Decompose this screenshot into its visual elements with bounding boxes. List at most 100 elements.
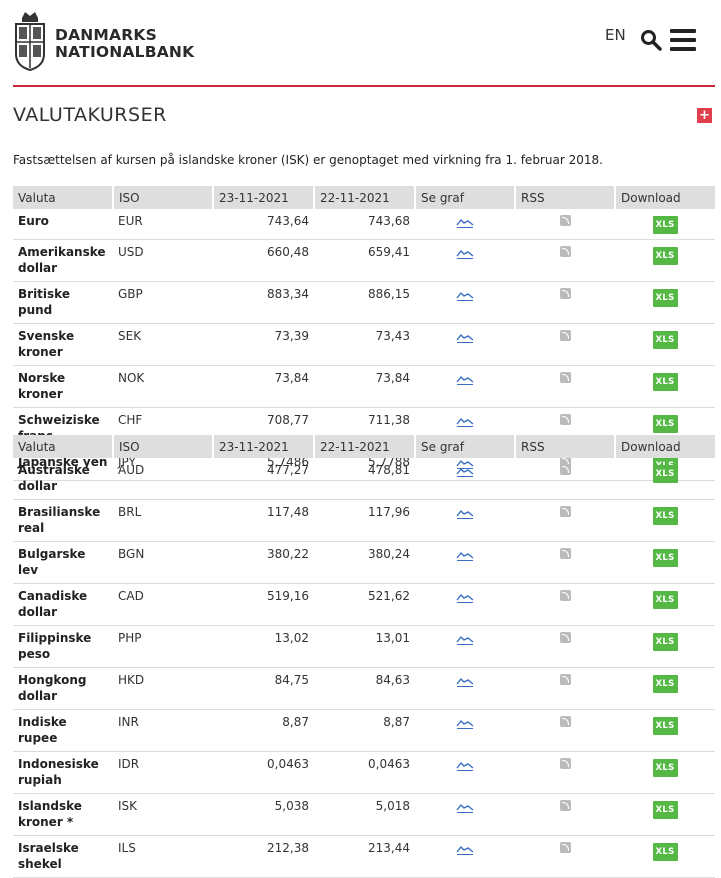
graph-cell [415,499,515,542]
chart-line-icon[interactable] [456,717,474,729]
chart-line-icon[interactable] [456,415,474,427]
chart-line-icon[interactable] [456,633,474,645]
table-row: Hongkong dollar HKD 84,75 84,63 XLS [13,667,715,710]
xls-download-button[interactable]: XLS [652,759,678,777]
currency-name: Israelske shekel [13,835,113,878]
xls-download-button[interactable]: XLS [652,843,678,861]
xls-download-button[interactable]: XLS [652,633,678,651]
rss-feed-icon[interactable] [559,716,571,727]
xls-download-button[interactable]: XLS [652,415,678,433]
rss-feed-icon[interactable] [559,674,571,685]
rss-feed-icon[interactable] [559,372,571,383]
col-header-graph: Se graf [414,435,515,458]
download-cell: XLS [615,281,715,324]
rss-cell [515,709,615,752]
rss-cell [515,499,615,542]
rss-feed-icon[interactable] [559,506,571,517]
rate-date2: 84,63 [314,667,415,710]
chart-line-icon[interactable] [456,507,474,519]
currency-name: Islandske kroner * [13,793,113,836]
rate-date1: 519,16 [213,583,314,626]
rate-date1: 73,39 [213,323,314,366]
rss-feed-icon[interactable] [559,548,571,559]
chart-line-icon[interactable] [456,289,474,301]
rate-date1: 883,34 [213,281,314,324]
currency-name: Bulgarske lev [13,541,113,584]
chart-line-icon[interactable] [456,331,474,343]
chart-line-icon[interactable] [456,843,474,855]
rss-feed-icon[interactable] [559,464,571,475]
search-icon[interactable] [640,29,662,51]
rss-feed-icon[interactable] [559,590,571,601]
xls-download-button[interactable]: XLS [652,465,678,483]
graph-cell [415,835,515,878]
chart-line-icon[interactable] [456,247,474,259]
iso-code: INR [113,709,213,752]
rss-feed-icon[interactable] [559,632,571,643]
brand-name[interactable]: DANMARKS NATIONALBANK [55,27,194,61]
rate-date1: 84,75 [213,667,314,710]
notice-text: Fastsættelsen af kursen på islandske kro… [13,153,603,167]
table-row: Bulgarske lev BGN 380,22 380,24 XLS [13,541,715,584]
download-cell: XLS [615,667,715,710]
menu-bar [670,38,696,42]
xls-download-button[interactable]: XLS [652,216,678,234]
xls-download-button[interactable]: XLS [652,331,678,349]
currency-name: Indiske rupee [13,709,113,752]
hamburger-menu-icon[interactable] [670,29,696,51]
xls-download-button[interactable]: XLS [652,289,678,307]
graph-cell [415,583,515,626]
xls-download-button[interactable]: XLS [652,801,678,819]
xls-download-button[interactable]: XLS [652,717,678,735]
rss-feed-icon[interactable] [559,288,571,299]
expand-plus-icon[interactable]: + [697,108,712,123]
rate-date2: 886,15 [314,281,415,324]
rate-date2: 478,81 [314,458,415,500]
col-header-rss: RSS [514,186,615,209]
chart-line-icon[interactable] [456,675,474,687]
chart-line-icon[interactable] [456,591,474,603]
rss-feed-icon[interactable] [559,215,571,226]
rss-feed-icon[interactable] [559,414,571,425]
rss-feed-icon[interactable] [559,758,571,769]
iso-code: ILS [113,835,213,878]
xls-download-button[interactable]: XLS [652,247,678,265]
graph-cell [415,239,515,282]
chart-line-icon[interactable] [456,549,474,561]
download-cell: XLS [615,793,715,836]
rss-feed-icon[interactable] [559,842,571,853]
iso-code: CAD [113,583,213,626]
rss-feed-icon[interactable] [559,330,571,341]
currency-name: Filippinske peso [13,625,113,668]
chart-line-icon[interactable] [456,373,474,385]
rate-date2: 743,68 [314,209,415,240]
rss-cell [515,458,615,500]
col-header-date1: 23-11-2021 [212,186,314,209]
chart-line-icon[interactable] [456,801,474,813]
chart-line-icon[interactable] [456,759,474,771]
table-row: Indonesiske rupiah IDR 0,0463 0,0463 XLS [13,751,715,794]
currency-name: Canadiske dollar [13,583,113,626]
rss-cell [515,323,615,366]
graph-cell [415,365,515,408]
xls-download-button[interactable]: XLS [652,591,678,609]
language-switch[interactable]: EN [605,26,626,44]
rate-date2: 73,84 [314,365,415,408]
xls-download-button[interactable]: XLS [652,507,678,525]
chart-line-icon[interactable] [456,465,474,477]
graph-cell [415,793,515,836]
rate-date2: 73,43 [314,323,415,366]
xls-download-button[interactable]: XLS [652,373,678,391]
royal-crest-logo[interactable] [12,10,48,72]
chart-line-icon[interactable] [456,216,474,228]
col-header-download: Download [614,435,715,458]
menu-bar [670,29,696,33]
graph-cell [415,209,515,240]
rss-feed-icon[interactable] [559,246,571,257]
xls-download-button[interactable]: XLS [652,549,678,567]
rss-feed-icon[interactable] [559,800,571,811]
xls-download-button[interactable]: XLS [652,675,678,693]
download-cell: XLS [615,751,715,794]
rate-date1: 117,48 [213,499,314,542]
rate-date2: 521,62 [314,583,415,626]
